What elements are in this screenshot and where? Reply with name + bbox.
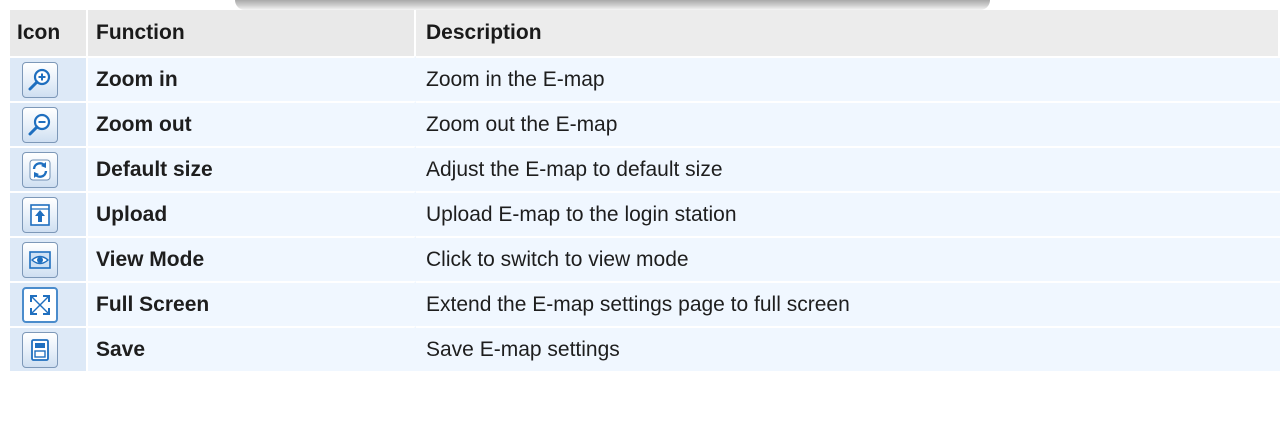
default-size-icon	[22, 151, 58, 188]
table-row: View Mode Click to switch to view mode	[10, 236, 1280, 281]
function-name: Save	[88, 326, 416, 371]
header-description: Description	[416, 10, 1280, 56]
function-description: Click to switch to view mode	[416, 236, 1280, 281]
save-icon	[22, 331, 58, 368]
table-row: Default size Adjust the E-map to default…	[10, 146, 1280, 191]
icon-cell	[10, 146, 88, 191]
table-row: Save Save E-map settings	[10, 326, 1280, 371]
view-mode-icon	[22, 241, 58, 278]
full-screen-icon	[22, 286, 58, 323]
function-name: Full Screen	[88, 281, 416, 326]
icon-cell	[10, 326, 88, 371]
function-description: Upload E-map to the login station	[416, 191, 1280, 236]
function-description: Save E-map settings	[416, 326, 1280, 371]
header-icon: Icon	[10, 10, 88, 56]
icon-cell	[10, 56, 88, 101]
table-row: Zoom in Zoom in the E-map	[10, 56, 1280, 101]
function-name: Zoom in	[88, 56, 416, 101]
function-description: Adjust the E-map to default size	[416, 146, 1280, 191]
window-bottom-shadow	[235, 0, 990, 10]
function-description: Extend the E-map settings page to full s…	[416, 281, 1280, 326]
function-name: Default size	[88, 146, 416, 191]
function-description: Zoom out the E-map	[416, 101, 1280, 146]
table-row: Full Screen Extend the E-map settings pa…	[10, 281, 1280, 326]
table-row: Upload Upload E-map to the login station	[10, 191, 1280, 236]
zoom-out-icon	[22, 106, 58, 143]
function-description: Zoom in the E-map	[416, 56, 1280, 101]
table-header-row: Icon Function Description	[10, 10, 1280, 56]
icon-cell	[10, 191, 88, 236]
zoom-in-icon	[22, 61, 58, 98]
icon-cell	[10, 281, 88, 326]
icon-function-table: Icon Function Description Zoom in Zoom i…	[10, 10, 1280, 371]
upload-icon	[22, 196, 58, 233]
function-name: View Mode	[88, 236, 416, 281]
header-function: Function	[88, 10, 416, 56]
function-name: Zoom out	[88, 101, 416, 146]
icon-cell	[10, 236, 88, 281]
table-row: Zoom out Zoom out the E-map	[10, 101, 1280, 146]
function-name: Upload	[88, 191, 416, 236]
icon-cell	[10, 101, 88, 146]
